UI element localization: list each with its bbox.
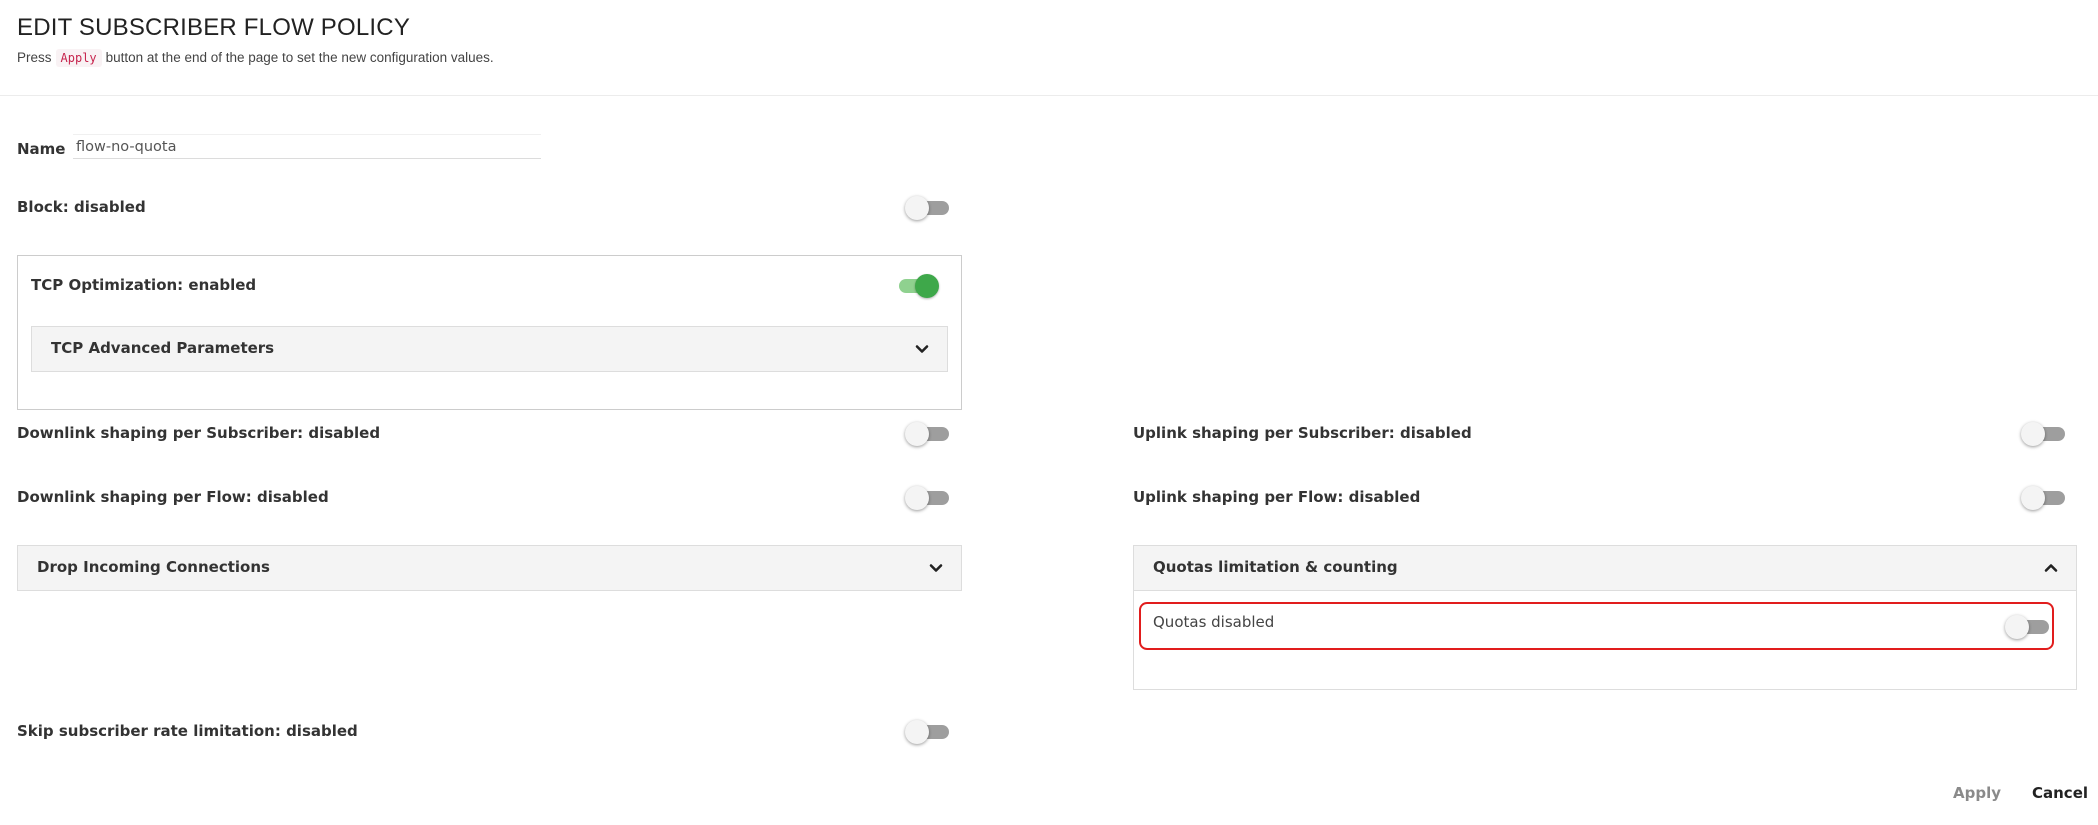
drop-incoming-connections-label: Drop Incoming Connections	[37, 558, 270, 576]
toggle-knob	[2021, 486, 2045, 510]
downlink-shaping-flow-toggle[interactable]	[905, 484, 951, 512]
subtitle-prefix: Press	[17, 50, 52, 65]
quotas-limitation-header[interactable]: Quotas limitation & counting	[1133, 545, 2077, 591]
tcp-optimization-toggle[interactable]	[893, 272, 939, 300]
chevron-down-icon	[915, 345, 929, 353]
apply-button[interactable]: Apply	[1953, 784, 2001, 802]
quotas-toggle[interactable]	[2005, 613, 2051, 641]
uplink-shaping-subscriber-toggle[interactable]	[2021, 420, 2067, 448]
toggle-knob	[915, 274, 939, 298]
page-title: EDIT SUBSCRIBER FLOW POLICY	[17, 14, 411, 41]
downlink-shaping-subscriber-toggle[interactable]	[905, 420, 951, 448]
quotas-limitation-label: Quotas limitation & counting	[1153, 558, 1398, 576]
chevron-up-icon	[2044, 564, 2058, 572]
tcp-advanced-parameters-header[interactable]: TCP Advanced Parameters	[31, 326, 948, 372]
cancel-button[interactable]: Cancel	[2032, 784, 2088, 802]
downlink-shaping-flow-label: Downlink shaping per Flow: disabled	[17, 488, 329, 506]
uplink-shaping-subscriber-label: Uplink shaping per Subscriber: disabled	[1133, 424, 1472, 442]
uplink-shaping-flow-toggle[interactable]	[2021, 484, 2067, 512]
quotas-label: Quotas disabled	[1153, 613, 1275, 631]
name-input[interactable]	[73, 134, 541, 159]
block-toggle[interactable]	[905, 194, 951, 222]
toggle-knob	[905, 422, 929, 446]
subtitle-apply-code: Apply	[55, 49, 102, 67]
header-divider	[0, 95, 2098, 96]
subtitle-suffix: button at the end of the page to set the…	[105, 50, 494, 65]
toggle-knob	[905, 720, 929, 744]
tcp-advanced-parameters-label: TCP Advanced Parameters	[51, 339, 275, 357]
page-subtitle: Press Apply button at the end of the page …	[17, 49, 494, 67]
toggle-knob	[905, 196, 929, 220]
skip-rate-limitation-label: Skip subscriber rate limitation: disable…	[17, 722, 358, 740]
block-label: Block: disabled	[17, 198, 146, 216]
quotas-row-highlight	[1139, 602, 2054, 650]
tcp-optimization-label: TCP Optimization: enabled	[31, 276, 257, 294]
name-label: Name	[17, 140, 66, 158]
toggle-knob	[2005, 615, 2029, 639]
toggle-knob	[905, 486, 929, 510]
toggle-knob	[2021, 422, 2045, 446]
skip-rate-limitation-toggle[interactable]	[905, 718, 951, 746]
drop-incoming-connections-header[interactable]: Drop Incoming Connections	[17, 545, 962, 591]
chevron-down-icon	[929, 564, 943, 572]
downlink-shaping-subscriber-label: Downlink shaping per Subscriber: disable…	[17, 424, 381, 442]
uplink-shaping-flow-label: Uplink shaping per Flow: disabled	[1133, 488, 1421, 506]
